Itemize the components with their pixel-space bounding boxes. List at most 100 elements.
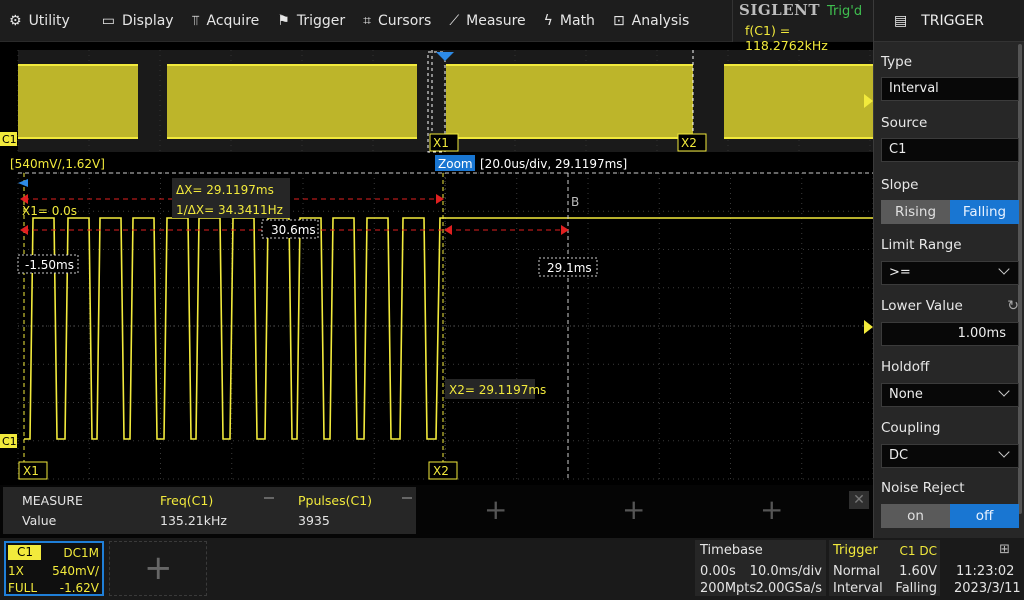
- slope-falling-option[interactable]: Falling: [950, 200, 1019, 224]
- panel-title: TRIGGER: [921, 12, 984, 29]
- document-icon: ▤: [894, 12, 908, 29]
- measure-ppulses-minimize[interactable]: [402, 497, 412, 499]
- timebase-sample-rate: 2.00GSa/s: [755, 581, 822, 596]
- span-label: 30.6ms: [271, 223, 316, 237]
- source-label: Source: [881, 115, 928, 131]
- menu-trigger-label: Trigger: [296, 13, 346, 29]
- menu-cursors[interactable]: ⌗ Cursors: [354, 0, 440, 42]
- type-field[interactable]: Interval: [881, 77, 1019, 101]
- menu-math-label: Math: [559, 13, 595, 29]
- timebase-scale: 10.0ms/div: [749, 564, 822, 579]
- waveform-display[interactable]: C1 X1 X2 [540mV/,1.62V] Zoom [20.0us/div…: [0, 42, 873, 485]
- trigger-info-level: 1.60V: [899, 564, 937, 579]
- overview-signal-band: [18, 65, 138, 138]
- b-span-label: 29.1ms: [547, 261, 592, 275]
- math-icon: ϟ: [543, 13, 553, 29]
- menu-utility[interactable]: ⚙ Utility: [0, 0, 79, 42]
- limit-range-value: >=: [889, 265, 911, 280]
- reset-icon[interactable]: ↻: [1007, 298, 1019, 314]
- ch1-coupling: DC1M: [63, 546, 99, 560]
- analysis-icon: ⊡: [612, 13, 625, 29]
- trigger-info-type: Interval: [833, 581, 883, 596]
- type-section: Type Interval: [881, 52, 1019, 101]
- monitor-icon: ▭: [101, 13, 115, 29]
- measure-ppulses-value: 3935: [298, 513, 330, 528]
- overview-signal-band: [167, 65, 417, 138]
- coupling-value: DC: [889, 448, 909, 463]
- trigger-info-slope: Falling: [895, 581, 937, 596]
- timebase-box[interactable]: Timebase 0.00s 10.0ms/div 200Mpts 2.00GS…: [695, 540, 826, 596]
- close-icon[interactable]: ✕: [849, 491, 869, 509]
- timebase-delay: 0.00s: [700, 564, 736, 579]
- lower-value-section: Lower Value ↻ 1.00ms: [881, 296, 1019, 346]
- slope-rising-option[interactable]: Rising: [881, 200, 950, 224]
- menu-cursors-label: Cursors: [378, 13, 432, 29]
- coupling-dropdown[interactable]: DC: [881, 444, 1019, 468]
- menu-measure-label: Measure: [466, 13, 526, 29]
- noise-reject-toggle: on off: [881, 504, 1019, 528]
- panel-header: ▤ TRIGGER: [874, 0, 1024, 42]
- menu-acquire[interactable]: ⫪ Acquire: [183, 0, 269, 42]
- timebase-memory: 200Mpts: [700, 581, 757, 596]
- cursor-x2-label: X2: [433, 464, 449, 478]
- menu-trigger[interactable]: ⚑ Trigger: [268, 0, 354, 42]
- delta-x-readout: ΔX= 29.1197ms: [176, 183, 274, 197]
- clock-box[interactable]: ⊞ 11:23:02 2023/3/11: [944, 540, 1024, 596]
- menu-utility-label: Utility: [28, 13, 70, 29]
- measure-freq-minimize[interactable]: [264, 497, 274, 499]
- noise-off-option[interactable]: off: [950, 504, 1019, 528]
- trigger-info-box[interactable]: Trigger C1 DC Normal 1.60V Interval Fall…: [829, 540, 940, 596]
- crosshair-icon: ⌗: [363, 13, 372, 29]
- trigger-info-mode: Normal: [833, 564, 881, 579]
- lower-value-label: Lower Value: [881, 298, 963, 314]
- add-measure-slot-2[interactable]: +: [622, 493, 645, 526]
- menu-measure[interactable]: ⟋ Measure: [440, 0, 534, 42]
- holdoff-dropdown[interactable]: None: [881, 383, 1019, 407]
- overview-signal-band: [724, 65, 873, 138]
- trigger-status: Trig'd: [827, 4, 863, 19]
- add-measure-slot-1[interactable]: +: [484, 493, 507, 526]
- chevron-down-icon: [998, 385, 1010, 397]
- timebase-title: Timebase: [700, 543, 763, 558]
- lower-value-field[interactable]: 1.00ms: [881, 322, 1019, 346]
- noise-on-option[interactable]: on: [881, 504, 950, 528]
- measure-bar: MEASURE Value Freq(C1) 135.21kHz Ppulses…: [0, 485, 873, 538]
- menu-bar: ⚙ Utility ▭ Display ⫪ Acquire ⚑ Trigger ⌗ Cur…: [0, 0, 732, 42]
- cursor-x1-label: X1: [23, 464, 39, 478]
- gear-icon: ⚙: [9, 13, 22, 29]
- menu-display[interactable]: ▭ Display: [93, 0, 183, 42]
- x1-readout: X1= 0.0s: [22, 204, 77, 218]
- coupling-section: Coupling DC: [881, 418, 1019, 468]
- type-label: Type: [881, 54, 913, 70]
- source-field[interactable]: C1: [881, 138, 1019, 162]
- chevron-down-icon: [998, 263, 1010, 275]
- ch1-tag: C1: [8, 545, 41, 560]
- limit-range-dropdown[interactable]: >=: [881, 261, 1019, 285]
- ch1-probe: 1X: [8, 564, 24, 578]
- measure-row-label: Value: [22, 513, 57, 528]
- ch1-scale: 540mV/: [52, 564, 99, 578]
- limit-range-label: Limit Range: [881, 237, 962, 253]
- add-channel-slot[interactable]: +: [109, 541, 207, 596]
- ch1-offset: -1.62V: [59, 581, 99, 595]
- network-icon: ⊞: [999, 542, 1010, 557]
- overview-signal-band: [446, 65, 693, 138]
- trigger-panel: ▤ TRIGGER Type Interval Source C1 Slope R…: [873, 0, 1024, 538]
- ch1-bandwidth: FULL: [8, 581, 38, 595]
- add-measure-slot-3[interactable]: +: [760, 493, 783, 526]
- ch1-info-box[interactable]: C1 DC1M 1X 540mV/ FULL -1.62V: [4, 541, 104, 596]
- holdoff-value: None: [889, 387, 923, 402]
- flag-icon: ⚑: [277, 13, 290, 29]
- clock-date: 2023/3/11: [954, 581, 1021, 596]
- inverse-delta-x-readout: 1/ΔX= 34.3411Hz: [176, 203, 283, 217]
- ch1-ground-label: C1: [2, 435, 17, 448]
- menu-acquire-label: Acquire: [206, 13, 260, 29]
- menu-math[interactable]: ϟ Math: [535, 0, 604, 42]
- menu-analysis-label: Analysis: [631, 13, 690, 29]
- status-bar: C1 DC1M 1X 540mV/ FULL -1.62V + Timebase…: [0, 538, 1024, 600]
- noise-reject-section: Noise Reject on off: [881, 478, 1019, 528]
- overview-ch1-label: C1: [2, 133, 17, 146]
- slope-section: Slope Rising Falling: [881, 175, 1019, 224]
- limit-section: Limit Range >=: [881, 235, 1019, 285]
- menu-analysis[interactable]: ⊡ Analysis: [604, 0, 698, 42]
